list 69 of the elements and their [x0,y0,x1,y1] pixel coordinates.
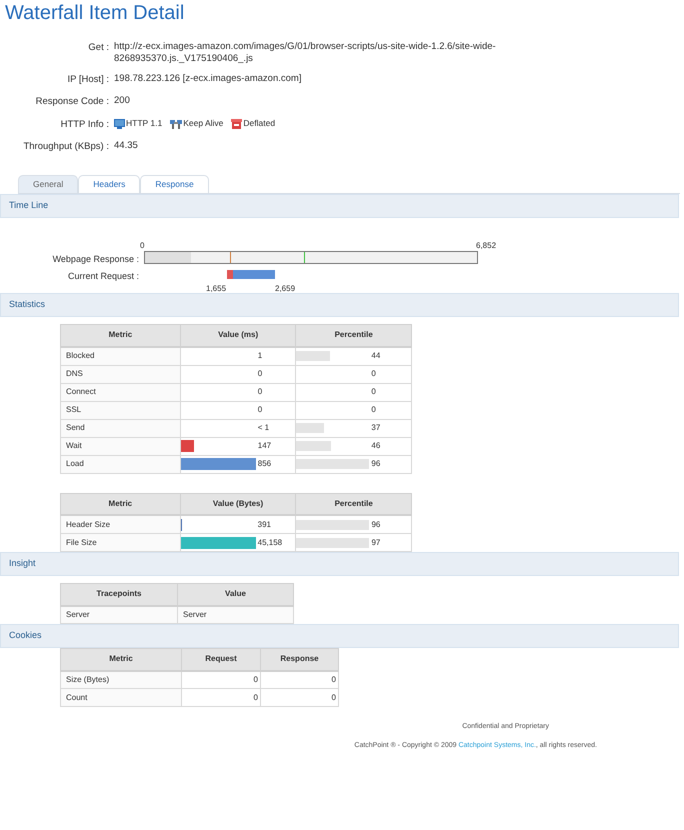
table-cell: 0 [182,688,260,706]
row-label: Current Request : [68,270,139,283]
column-header: Metric [60,648,182,670]
table-cell: Count [60,688,182,706]
percentile-text: 0 [370,368,376,380]
table-cell: Connect [60,383,180,401]
axis-label: 6,852 [476,240,496,252]
column-header: Request [182,648,260,670]
table-cell: 0 [260,688,338,706]
tab[interactable]: Headers [78,175,140,193]
field-value: http://z-ecx.images-amazon.com/images/G/01/browser-scripts/us-site-wide-1.2.6/site-wide-8268935370.js._V175190406_.js [114,41,497,65]
field-label: Response Code : [34,95,110,110]
column-header: Percentile [296,493,412,515]
percentile-text: 37 [370,422,380,434]
info-badge-text: HTTP 1.1 [126,117,162,130]
value-text: 391 [256,518,272,530]
section-header: Cookies [0,624,679,648]
table-cell: Wait [60,437,180,455]
tab[interactable]: General [18,175,78,193]
section-header: Statistics [0,293,679,317]
tab[interactable]: Response [140,175,209,193]
value-text: 0 [256,386,262,398]
table-cell: SSL [60,401,180,419]
column-header: Response [260,648,338,670]
table-cell: Blocked [60,346,180,365]
archive-icon [231,118,242,130]
percentile-text: 46 [370,440,380,452]
info-badge-text: Keep Alive [183,117,224,130]
value-text: 0 [256,368,262,380]
table-cell: DNS [60,365,180,383]
column-header: Metric [60,493,180,515]
percentile-text: 96 [370,458,380,470]
axis-label: 2,659 [275,283,296,295]
percentile-text: 96 [370,518,380,530]
table-cell: Load [60,455,180,473]
column-header: Value (ms) [180,324,296,346]
field-label: Throughput (KBps) : [22,140,110,154]
table-cell: Send [60,419,180,437]
section-header: Time Line [0,194,679,218]
axis-label: 0 [140,240,144,252]
page-title: Waterfall Item Detail [4,1,186,25]
percentile-text: 0 [370,386,376,398]
column-header: Value (Bytes) [180,493,296,515]
column-header: Value [178,584,294,606]
value-text: 0 [256,404,262,416]
axis-label: 1,655 [206,283,226,295]
percentile-text: 0 [370,404,376,416]
field-label: IP [Host] : [66,73,110,87]
percentile-text: 44 [370,350,380,362]
field-label: HTTP Info : [60,118,110,132]
plug-icon [170,118,182,129]
column-header: Tracepoints [60,584,178,606]
value-text: 1 [256,350,262,362]
field-value: 200 [114,95,131,108]
percentile-text: 97 [370,536,380,548]
value-text: 45,158 [256,536,282,548]
value-text: < 1 [256,422,270,434]
value-text: 147 [256,440,272,452]
info-badge-text: Deflated [243,117,276,130]
value-text: 856 [256,458,272,470]
field-value: 44.35 [114,140,139,153]
column-header: Percentile [296,324,412,346]
row-label: Webpage Response : [52,253,139,266]
request-bar [227,270,275,279]
section-header: Insight [0,552,679,576]
field-label: Get : [87,41,110,55]
field-value: 198.78.223.126 [z-ecx.images-amazon.com] [114,73,302,86]
monitor-icon [114,118,125,129]
column-header: Metric [60,324,180,346]
